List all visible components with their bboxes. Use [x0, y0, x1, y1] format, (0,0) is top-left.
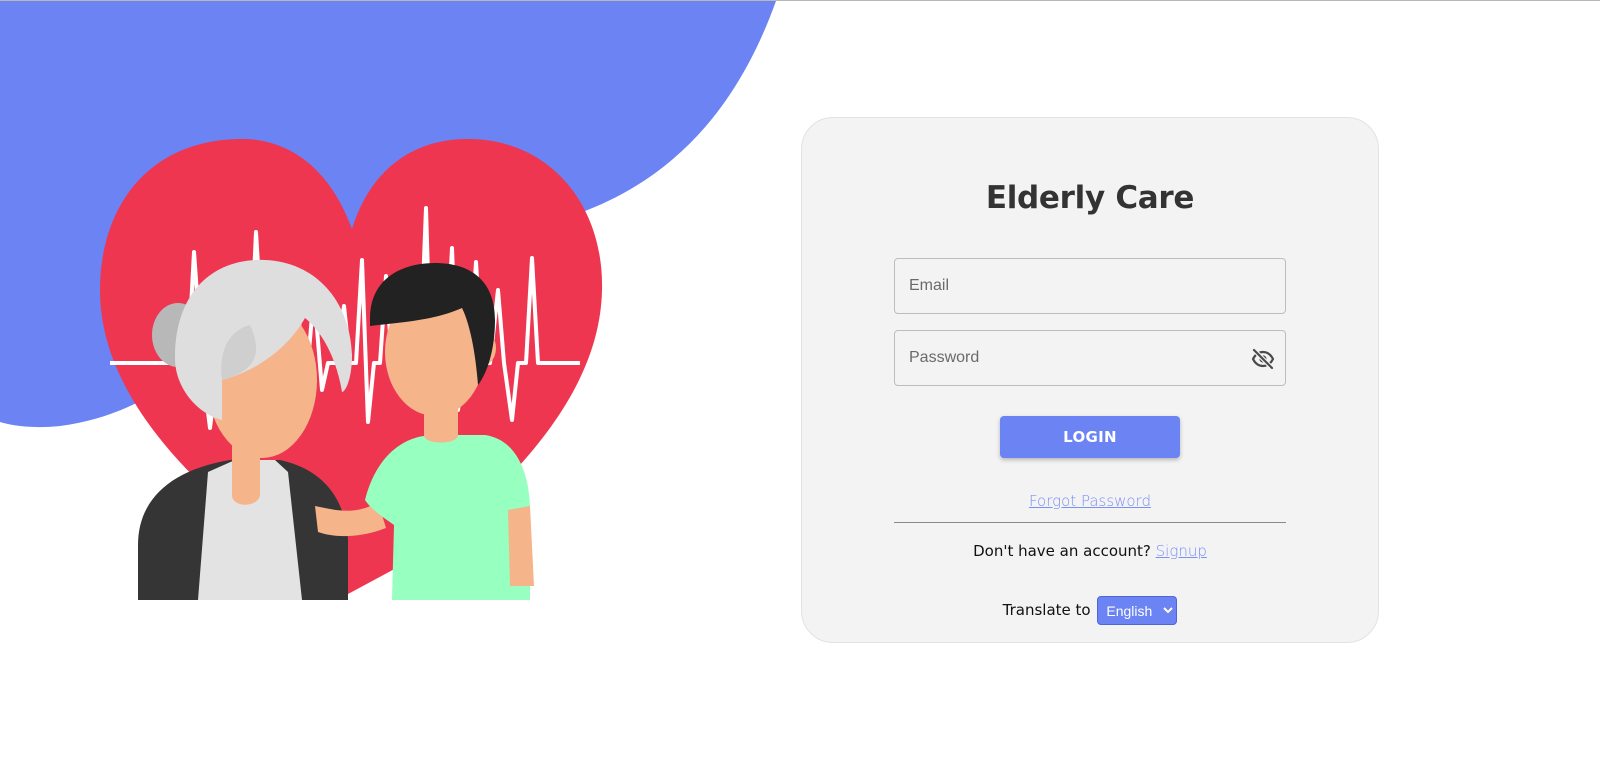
password-field[interactable]: [894, 330, 1286, 386]
elderly-care-illustration: [100, 138, 603, 600]
eye-slash-icon[interactable]: [1251, 347, 1275, 371]
divider: [894, 522, 1286, 523]
email-input[interactable]: [895, 259, 1285, 313]
translate-row: Translate to English: [802, 596, 1378, 625]
no-account-text: Don't have an account?: [973, 542, 1151, 560]
email-field[interactable]: [894, 258, 1286, 314]
language-select[interactable]: English: [1097, 596, 1178, 625]
password-input[interactable]: [895, 331, 1285, 385]
translate-label: Translate to: [1002, 601, 1091, 619]
signup-link[interactable]: Signup: [1156, 542, 1207, 560]
grandson-shirt: [365, 435, 530, 600]
app-title: Elderly Care: [985, 180, 1195, 216]
forgot-password-link[interactable]: Forgot Password: [802, 492, 1378, 510]
signup-row: Don't have an account? Signup: [802, 542, 1378, 560]
login-button[interactable]: LOGIN: [1000, 416, 1180, 458]
login-card: Elderly Care LOGIN Forgot Password Don't…: [801, 117, 1379, 643]
grandson-right-arm: [508, 506, 534, 586]
